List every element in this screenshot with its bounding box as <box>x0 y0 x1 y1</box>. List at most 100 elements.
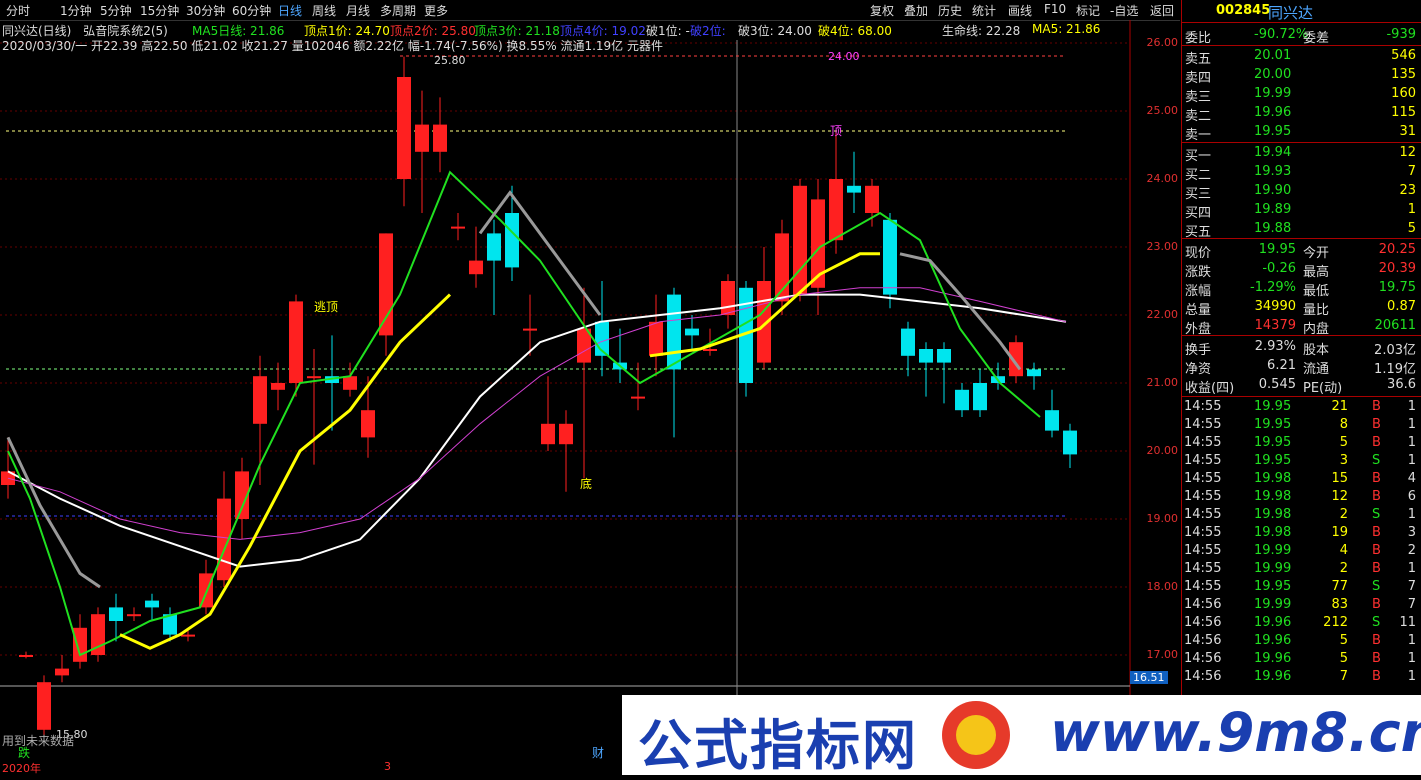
tick-price: 19.96 <box>1254 669 1292 684</box>
weibi-label: 委比 <box>1185 31 1212 46</box>
stat-value: 20611 <box>1374 318 1416 333</box>
tab-fenshi[interactable]: 分时 <box>6 2 30 19</box>
draw-button[interactable]: 画线 <box>1008 2 1032 19</box>
escape-top-label: 逃顶 <box>314 300 339 314</box>
tick-row: 14:55 19.95 5 B 1 <box>1182 434 1421 452</box>
y-tick: 19.00 <box>1146 512 1179 525</box>
candle-body <box>973 383 987 411</box>
candle-body <box>361 410 375 438</box>
stat-value: 1.19亿 <box>1374 362 1416 377</box>
tab-1min[interactable]: 1分钟 <box>60 2 92 19</box>
tick-side: B <box>1372 633 1381 648</box>
tick-row: 14:55 19.98 2 S 1 <box>1182 506 1421 524</box>
stat-row: 现价 19.95 今开 20.25 <box>1182 241 1421 261</box>
candle-body <box>559 423 573 445</box>
tick-price: 19.99 <box>1254 561 1292 576</box>
stat-label: 股本 <box>1303 343 1330 358</box>
ask-label: 卖三 <box>1185 90 1212 105</box>
tick-volume: 212 <box>1323 615 1348 630</box>
overlay-button[interactable]: 叠加 <box>904 2 928 19</box>
mark-button[interactable]: 标记 <box>1076 2 1100 19</box>
y-tick: 24.00 <box>1146 172 1179 185</box>
candle-body <box>109 607 123 621</box>
tick-price: 19.98 <box>1254 525 1292 540</box>
chart-title: 同兴达(日线) <box>2 24 72 38</box>
watermark-url: www.9m8.cn <box>1050 701 1421 764</box>
candle-body <box>649 321 663 356</box>
tab-30min[interactable]: 30分钟 <box>186 2 225 19</box>
bid-volume: 5 <box>1407 221 1416 236</box>
top-price-mark: 24.00 <box>828 50 860 63</box>
tick-volume: 2 <box>1339 507 1348 522</box>
stats-button[interactable]: 统计 <box>972 2 996 19</box>
current-price-tag: 16.51 <box>1130 671 1168 684</box>
cai-tag: 财 <box>592 746 605 760</box>
tick-volume: 5 <box>1339 633 1348 648</box>
bid-price: 19.93 <box>1254 164 1292 179</box>
ask-label: 卖一 <box>1185 128 1212 143</box>
tick-count: 7 <box>1407 597 1416 612</box>
ask-volume: 31 <box>1399 124 1416 139</box>
tick-count: 1 <box>1407 399 1416 414</box>
candle-body <box>541 423 555 445</box>
watchlist-button[interactable]: -自选 <box>1110 2 1138 19</box>
future-data-note: 用到未来数据 <box>2 734 75 748</box>
stat-value: 2.93% <box>1254 339 1296 354</box>
tick-row: 14:55 19.95 21 B 1 <box>1182 398 1421 416</box>
bottom-label: 底 <box>580 477 593 491</box>
stat-label: 现价 <box>1185 246 1212 261</box>
tab-monthly[interactable]: 月线 <box>346 2 370 19</box>
tick-row: 14:55 19.99 2 B 1 <box>1182 560 1421 578</box>
tick-count: 1 <box>1407 417 1416 432</box>
stat-row: 涨跌 -0.26 最高 20.39 <box>1182 260 1421 280</box>
stock-code: 002845 <box>1216 3 1271 18</box>
tick-side: B <box>1372 471 1381 486</box>
indicator-name[interactable]: 弘音院系统2(5) <box>83 24 168 38</box>
stat-value: 34990 <box>1254 299 1296 314</box>
back-button[interactable]: 返回 <box>1150 2 1174 19</box>
stat-label: 涨跌 <box>1185 265 1212 280</box>
stat-label: PE(动) <box>1303 381 1343 396</box>
tick-count: 1 <box>1407 561 1416 576</box>
tick-count: 1 <box>1407 507 1416 522</box>
candle-body <box>847 185 861 193</box>
tab-multi-period[interactable]: 多周期 <box>380 2 416 19</box>
tab-5min[interactable]: 5分钟 <box>100 2 132 19</box>
tab-daily[interactable]: 日线 <box>278 2 302 19</box>
tick-row: 14:55 19.99 4 B 2 <box>1182 542 1421 560</box>
ask-volume: 546 <box>1391 48 1416 63</box>
tick-side: B <box>1372 543 1381 558</box>
y-tick: 21.00 <box>1146 376 1179 389</box>
ask-label: 卖五 <box>1185 52 1212 67</box>
tick-volume: 15 <box>1331 471 1348 486</box>
tick-row: 14:55 19.95 3 S 1 <box>1182 452 1421 470</box>
f10-button[interactable]: F10 <box>1044 2 1066 16</box>
tick-count: 7 <box>1407 579 1416 594</box>
tab-15min[interactable]: 15分钟 <box>140 2 179 19</box>
stat-label: 收益(四) <box>1185 381 1235 396</box>
candle-body <box>865 185 879 213</box>
stat-label: 今开 <box>1303 246 1330 261</box>
candle-body <box>253 376 267 424</box>
top-toolbar: 分时 1分钟 5分钟 15分钟 30分钟 60分钟 日线 周线 月线 多周期 更… <box>0 0 1180 21</box>
tab-weekly[interactable]: 周线 <box>312 2 336 19</box>
tick-volume: 5 <box>1339 435 1348 450</box>
kline-chart[interactable]: 同兴达(日线) 弘音院系统2(5) MA5日线: 21.86 顶点1价: 24.… <box>0 20 1180 775</box>
y-tick: 17.00 <box>1146 648 1179 661</box>
tab-60min[interactable]: 60分钟 <box>232 2 271 19</box>
history-button[interactable]: 历史 <box>938 2 962 19</box>
tick-time: 14:56 <box>1184 669 1222 684</box>
fuquan-button[interactable]: 复权 <box>870 2 894 19</box>
tick-count: 6 <box>1407 489 1416 504</box>
stat-label: 流通 <box>1303 362 1330 377</box>
stock-name: 同兴达 <box>1268 4 1314 22</box>
tick-time: 14:55 <box>1184 525 1222 540</box>
stat-row: 收益(四) 0.545 PE(动) 36.6 <box>1182 376 1421 396</box>
tab-more[interactable]: 更多 <box>424 2 448 19</box>
bid-volume: 1 <box>1407 202 1416 217</box>
stat-value: 6.21 <box>1267 358 1296 373</box>
tick-volume: 83 <box>1331 597 1348 612</box>
weicha-value: -939 <box>1386 27 1416 42</box>
tick-price: 19.95 <box>1254 399 1292 414</box>
candle-body <box>901 328 915 356</box>
